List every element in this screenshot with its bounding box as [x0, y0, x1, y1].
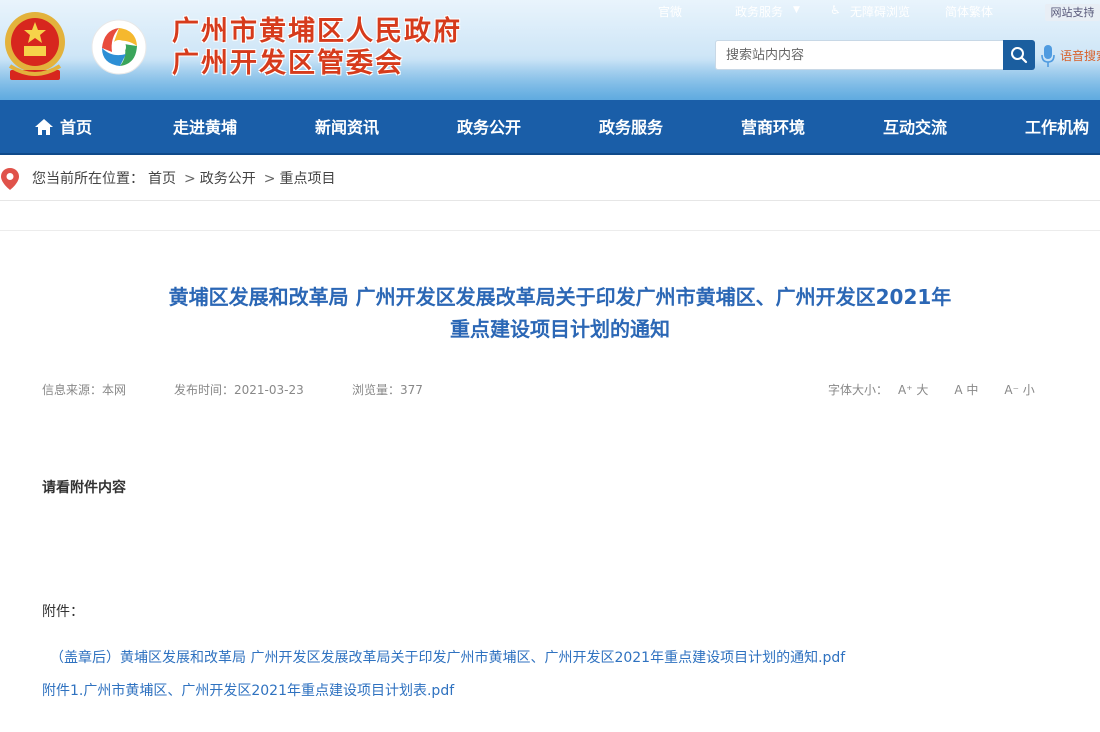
nav-item-business[interactable]: 营商环境 — [741, 100, 805, 155]
main-nav: 首页 走进黄埔 新闻资讯 政务公开 政务服务 营商环境 互动交流 工作机构 — [0, 100, 1100, 155]
voice-search-label[interactable]: 语音搜索 — [1060, 47, 1100, 64]
district-logo-icon — [91, 19, 147, 75]
nav-item-label: 首页 — [60, 118, 93, 137]
font-size-label: 字体大小： — [828, 383, 889, 397]
breadcrumb-gov-affairs[interactable]: 政务公开 — [200, 171, 256, 187]
nav-item-agencies[interactable]: 工作机构 — [1025, 100, 1089, 155]
national-emblem-icon — [5, 12, 65, 80]
location-pin-icon — [1, 168, 19, 190]
site-title[interactable]: 广州市黄埔区人民政府 广州开发区管委会 — [172, 16, 462, 80]
article-title: 黄埔区发展和改革局 广州开发区发展改革局关于印发广州市黄埔区、广州开发区2021… — [60, 281, 1060, 345]
top-link-accessibility[interactable]: 无障碍浏览 — [850, 3, 910, 20]
article-date: 发布时间：2021-03-23 — [174, 383, 304, 397]
breadcrumb-separator: > — [184, 171, 196, 187]
article-title-line1: 黄埔区发展和改革局 广州开发区发展改革局关于印发广州市黄埔区、广州开发区2021… — [168, 285, 952, 309]
nav-item-gov-services[interactable]: 政务服务 — [599, 100, 663, 155]
site-title-line2: 广州开发区管委会 — [172, 48, 404, 79]
top-link-traditional[interactable]: 简体繁体 — [945, 3, 993, 20]
nav-item-interaction[interactable]: 互动交流 — [883, 100, 947, 155]
search-button[interactable] — [1003, 40, 1035, 70]
nav-item-gov-affairs[interactable]: 政务公开 — [457, 100, 521, 155]
font-size-small[interactable]: A⁻ 小 — [1004, 383, 1034, 397]
search-icon — [1011, 47, 1028, 64]
nav-item-news[interactable]: 新闻资讯 — [315, 100, 379, 155]
attachment-link-plan-table[interactable]: 附件1.广州市黄埔区、广州开发区2021年重点建设项目计划表.pdf — [42, 680, 454, 700]
site-support-button[interactable]: 网站支持 — [1045, 4, 1100, 21]
home-icon — [35, 118, 53, 135]
microphone-icon[interactable] — [1040, 44, 1056, 68]
font-size-large[interactable]: A⁺ 大 — [898, 383, 928, 397]
attachments-label: 附件： — [42, 604, 84, 620]
article-title-line2: 重点建设项目计划的通知 — [450, 317, 670, 341]
breadcrumb-prefix: 您当前所在位置： — [32, 171, 144, 187]
top-link-services[interactable]: 政务服务 — [735, 3, 783, 20]
breadcrumb-key-projects[interactable]: 重点项目 — [279, 171, 335, 187]
search-input[interactable] — [715, 40, 1003, 70]
breadcrumb-trail: 您当前所在位置： 首页 > 政务公开 > 重点项目 — [32, 157, 339, 201]
font-size-control: 字体大小： A⁺ 大 A 中 A⁻ 小 — [828, 381, 1035, 398]
nav-item-home[interactable]: 首页 — [34, 100, 92, 155]
breadcrumb-separator: > — [263, 171, 276, 187]
article-body: 请看附件内容 — [42, 480, 126, 496]
divider — [0, 230, 1100, 231]
top-links: 官微 政务服务 ▼ ♿ 无障碍浏览 简体繁体 网站支持 — [640, 0, 1100, 22]
attachment-link-notice[interactable]: （盖章后）黄埔区发展和改革局 广州开发区发展改革局关于印发广州市黄埔区、广州开发… — [50, 647, 845, 667]
site-title-line1: 广州市黄埔区人民政府 — [172, 16, 462, 47]
article-views: 浏览量：377 — [352, 383, 423, 397]
accessibility-icon[interactable]: ♿ — [830, 3, 841, 17]
top-link-weixin[interactable]: 官微 — [658, 3, 682, 20]
breadcrumb: 您当前所在位置： 首页 > 政务公开 > 重点项目 — [0, 157, 1100, 201]
nav-item-about[interactable]: 走进黄埔 — [173, 100, 237, 155]
dropdown-caret-icon[interactable]: ▼ — [793, 5, 800, 15]
font-size-medium[interactable]: A 中 — [954, 383, 978, 397]
site-header: 广州市黄埔区人民政府 广州开发区管委会 官微 政务服务 ▼ ♿ 无障碍浏览 简体… — [0, 0, 1100, 100]
article-source: 信息来源：本网 — [42, 383, 127, 397]
breadcrumb-home[interactable]: 首页 — [148, 171, 176, 187]
